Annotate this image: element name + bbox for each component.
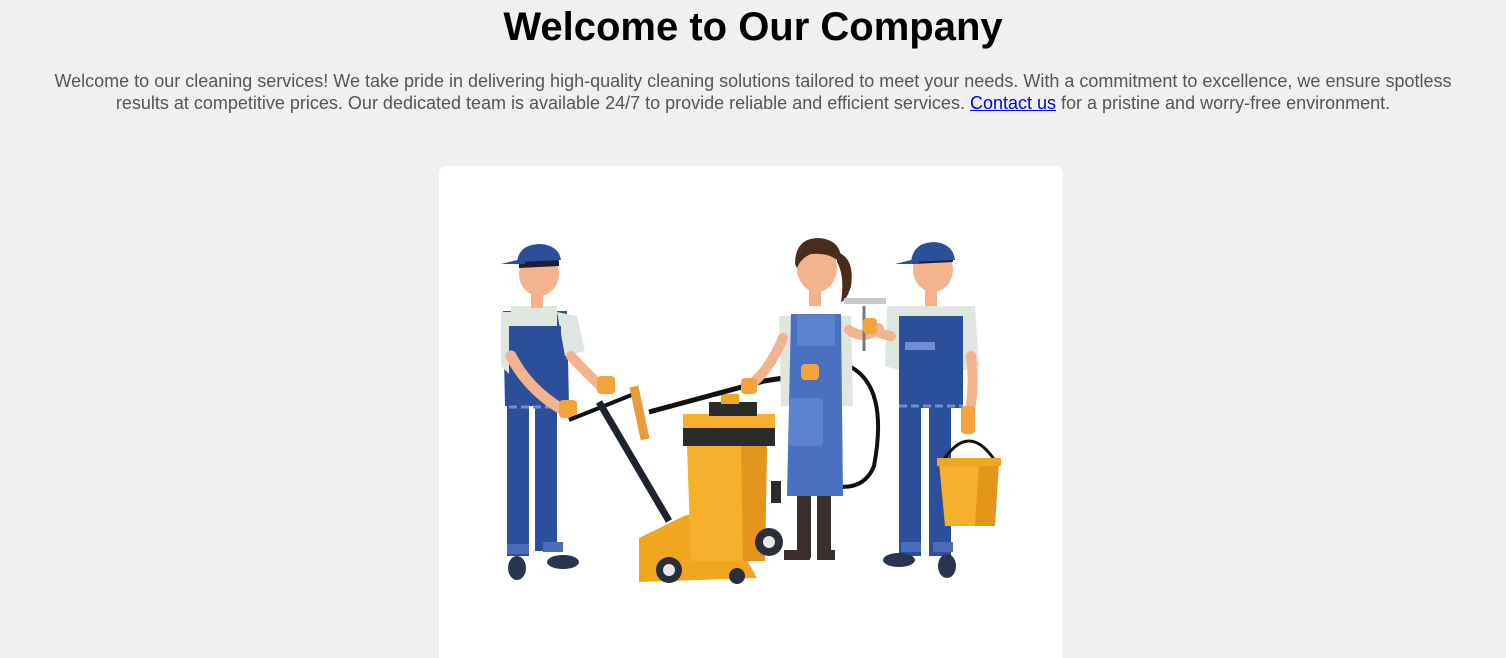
worker-left (501, 244, 650, 580)
worker-right (862, 242, 1001, 578)
intro-text-after: for a pristine and worry-free environmen… (1056, 93, 1391, 113)
illustration-card (439, 166, 1063, 658)
contact-us-link[interactable]: Contact us (970, 93, 1056, 113)
intro-paragraph: Welcome to our cleaning services! We tak… (30, 70, 1476, 114)
page-title: Welcome to Our Company (503, 5, 1003, 49)
cleaning-team-illustration (501, 238, 1001, 584)
